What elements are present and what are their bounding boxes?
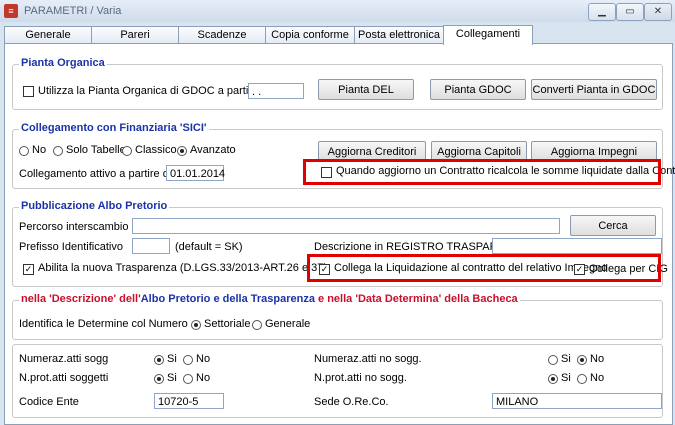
aggiorna-creditori-button[interactable]: Aggiorna Creditori — [318, 141, 426, 162]
tab-pareri[interactable]: Pareri — [91, 26, 179, 44]
radio-no-label: No — [32, 144, 47, 156]
codice-ente-field[interactable]: 10720-5 — [154, 393, 224, 409]
sici-title: Collegamento con Finanziaria 'SICI' — [19, 122, 209, 134]
radio-classico[interactable] — [122, 146, 132, 156]
tab-posta-elettronica[interactable]: Posta elettronica — [354, 26, 444, 44]
trasparenza-checkbox[interactable]: ✓ — [23, 264, 34, 275]
radio-avanzato[interactable] — [177, 146, 187, 156]
pianta-organica-title: Pianta Organica — [19, 57, 107, 69]
converti-pianta-button[interactable]: Converti Pianta in GDOC — [531, 79, 657, 100]
nprot-nosogg-no-radio[interactable] — [577, 374, 587, 384]
collegamenti-panel: Pianta Organica Utilizza la Pianta Organ… — [4, 43, 675, 425]
tab-generale[interactable]: Generale — [4, 26, 92, 44]
albo-pretorio-group: Pubblicazione Albo Pretorio Percorso int… — [12, 200, 668, 287]
nprot-sogg-si-label: Si — [167, 372, 177, 384]
tab-copia-conforme[interactable]: Copia conforme — [265, 26, 355, 44]
descrizione-title: nella 'Descrizione' dell'Albo Pretorio e… — [19, 293, 520, 305]
nprot-nosogg-si-label: Si — [561, 372, 571, 384]
albo-pretorio-title: Pubblicazione Albo Pretorio — [19, 200, 170, 212]
radio-no[interactable] — [19, 146, 29, 156]
active-date-field[interactable]: 01.01.2014 — [166, 165, 225, 181]
radio-generale[interactable] — [252, 320, 262, 330]
numeraz-sogg-si-label: Si — [167, 353, 177, 365]
prefisso-default-label: (default = SK) — [175, 241, 243, 253]
numeraz-sogg-no-radio[interactable] — [183, 355, 193, 365]
liquidazione-label: Collega la Liquidazione al contratto del… — [334, 262, 608, 274]
cig-label: Collega per CIG — [589, 263, 668, 275]
numeraz-nosogg-no-label: No — [590, 353, 605, 365]
use-pianta-label: Utilizza la Pianta Organica di GDOC a pa… — [38, 85, 276, 97]
close-button[interactable]: ✕ — [644, 3, 672, 21]
percorso-input[interactable] — [132, 218, 560, 234]
numeraz-nosogg-label: Numeraz.atti no sogg. — [314, 353, 422, 365]
use-pianta-checkbox[interactable] — [23, 86, 34, 97]
pianta-date-field[interactable]: . . — [248, 83, 304, 99]
aggiorna-capitoli-button[interactable]: Aggiorna Capitoli — [431, 141, 527, 162]
radio-settoriale-label: Settoriale — [204, 318, 251, 330]
sici-group: Collegamento con Finanziaria 'SICI' No S… — [12, 122, 675, 189]
nprot-nosogg-si-radio[interactable] — [548, 374, 558, 384]
tab-scadenze[interactable]: Scadenze — [178, 26, 266, 44]
numeraz-nosogg-si-label: Si — [561, 353, 571, 365]
nprot-sogg-no-radio[interactable] — [183, 374, 193, 384]
window-title: PARAMETRI / Varia — [24, 5, 122, 17]
pianta-gdoc-button[interactable]: Pianta GDOC — [430, 79, 526, 100]
active-date-label: Collegamento attivo a partire dal — [19, 168, 178, 180]
numerazione-group: Numeraz.atti sogg Si No Numeraz.atti no … — [12, 344, 663, 418]
numeraz-sogg-no-label: No — [196, 353, 211, 365]
radio-classico-label: Classico — [135, 144, 177, 156]
identifica-label: Identifica le Determine col Numero — [19, 318, 188, 330]
radio-generale-label: Generale — [265, 318, 311, 330]
radio-avanzato-label: Avanzato — [190, 144, 236, 156]
nprot-sogg-no-label: No — [196, 372, 211, 384]
sede-oreco-label: Sede O.Re.Co. — [314, 396, 389, 408]
percorso-label: Percorso interscambio — [19, 221, 129, 233]
sede-oreco-field[interactable]: MILANO — [492, 393, 662, 409]
trasparenza-label: Abilita la nuova Trasparenza (D.LGS.33/2… — [38, 262, 328, 274]
pianta-del-button[interactable]: Pianta DEL — [318, 79, 414, 100]
prefisso-input[interactable] — [132, 238, 170, 254]
cerca-button[interactable]: Cerca — [570, 215, 656, 236]
liquidazione-checkbox[interactable]: ✓ — [319, 264, 330, 275]
prefisso-label: Prefisso Identificativo — [19, 241, 123, 253]
app-logo-icon: ≡ — [4, 4, 18, 18]
descrizione-registro-input[interactable] — [492, 238, 662, 254]
radio-solo-tabelle-label: Solo Tabelle — [66, 144, 126, 156]
tab-collegamenti[interactable]: Collegamenti — [443, 25, 533, 45]
title-bar: ≡ PARAMETRI / Varia ▁ ▭ ✕ — [0, 0, 675, 22]
nprot-sogg-si-radio[interactable] — [154, 374, 164, 384]
pianta-organica-group: Pianta Organica Utilizza la Pianta Organ… — [12, 57, 663, 110]
numeraz-sogg-si-radio[interactable] — [154, 355, 164, 365]
numeraz-nosogg-si-radio[interactable] — [548, 355, 558, 365]
radio-settoriale[interactable] — [191, 320, 201, 330]
cig-checkbox[interactable]: ✓ — [574, 264, 585, 275]
nprot-nosogg-no-label: No — [590, 372, 605, 384]
numeraz-nosogg-no-radio[interactable] — [577, 355, 587, 365]
descrizione-group: nella 'Descrizione' dell'Albo Pretorio e… — [12, 293, 663, 340]
aggiorna-impegni-button[interactable]: Aggiorna Impegni — [531, 141, 657, 162]
nprot-nosogg-label: N.prot.atti no sogg. — [314, 372, 407, 384]
contract-recalc-label: Quando aggiorno un Contratto ricalcola l… — [336, 165, 675, 177]
maximize-button[interactable]: ▭ — [616, 3, 644, 21]
codice-ente-label: Codice Ente — [19, 396, 79, 408]
minimize-button[interactable]: ▁ — [588, 3, 616, 21]
nprot-sogg-label: N.prot.atti soggetti — [19, 372, 109, 384]
radio-solo-tabelle[interactable] — [53, 146, 63, 156]
numeraz-sogg-label: Numeraz.atti sogg — [19, 353, 109, 365]
contract-recalc-checkbox[interactable] — [321, 167, 332, 178]
